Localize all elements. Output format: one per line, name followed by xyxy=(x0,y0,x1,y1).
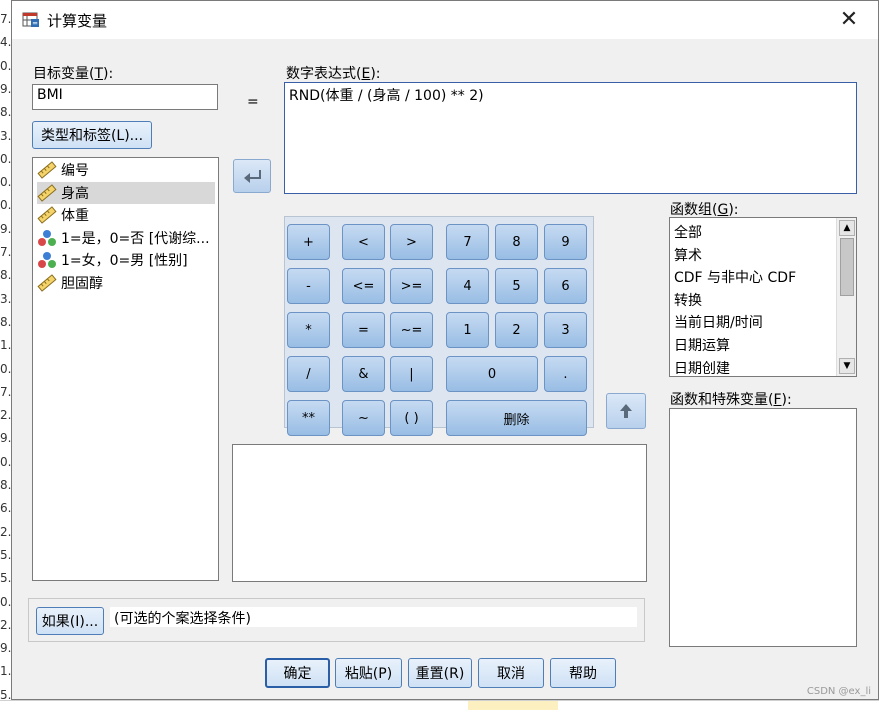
digit-key[interactable]: 5 xyxy=(495,268,538,304)
if-button[interactable]: 如果(I)... xyxy=(36,607,104,635)
variable-item[interactable]: 身高 xyxy=(37,181,215,204)
variable-name: 胆固醇 xyxy=(61,276,103,292)
digit-key[interactable]: 9 xyxy=(544,224,587,260)
digit-key[interactable]: 7 xyxy=(446,224,489,260)
variable-name: 1=是，0=否 [代谢综... xyxy=(61,230,210,247)
background-spreadsheet-bottom xyxy=(0,700,879,710)
equals-sign: = xyxy=(247,94,259,110)
dialog-title: 计算变量 xyxy=(47,12,108,30)
function-group-item[interactable]: 日期运算 xyxy=(674,335,730,357)
nominal-icon xyxy=(38,252,56,269)
operator-key[interactable]: * xyxy=(287,312,330,348)
operator-key[interactable]: ~= xyxy=(390,312,433,348)
operator-key[interactable]: + xyxy=(287,224,330,260)
operator-key[interactable]: | xyxy=(390,356,433,392)
move-up-button[interactable] xyxy=(606,393,646,429)
operator-key[interactable]: / xyxy=(287,356,330,392)
variable-item[interactable]: 1=是，0=否 [代谢综... xyxy=(37,227,215,249)
scroll-thumb[interactable] xyxy=(840,238,854,296)
digit-key[interactable]: 4 xyxy=(446,268,489,304)
target-variable-input[interactable]: BMI xyxy=(32,84,218,110)
scroll-up-icon[interactable]: ▲ xyxy=(839,220,855,236)
ruler-icon xyxy=(37,161,57,179)
arrow-left-icon xyxy=(244,170,261,183)
ruler-icon xyxy=(37,206,57,224)
arrow-up-icon xyxy=(620,404,632,418)
delete-key[interactable]: 删除 xyxy=(446,400,587,436)
reset-button[interactable]: 重置(R) xyxy=(408,658,472,688)
cancel-button[interactable]: 取消 xyxy=(478,658,544,688)
target-variable-label: 目标变量(T): xyxy=(33,66,114,82)
numeric-expression-label: 数字表达式(E): xyxy=(286,66,381,82)
if-condition-text: (可选的个案选择条件) xyxy=(110,607,637,627)
function-group-scrollbar[interactable]: ▲ ▼ xyxy=(836,218,856,376)
operator-key[interactable]: < xyxy=(342,224,385,260)
function-group-item[interactable]: CDF 与非中心 CDF xyxy=(674,267,796,289)
operator-key[interactable]: <= xyxy=(342,268,385,304)
compute-variable-icon: = xyxy=(22,12,39,28)
nominal-icon xyxy=(38,229,56,246)
paste-button[interactable]: 粘贴(P) xyxy=(335,658,402,688)
ruler-icon xyxy=(37,274,57,292)
operator-key[interactable]: - xyxy=(287,268,330,304)
function-group-item[interactable]: 全部 xyxy=(674,222,702,244)
function-group-item[interactable]: 当前日期/时间 xyxy=(674,312,763,334)
variable-item[interactable]: 1=女，0=男 [性别] xyxy=(37,249,215,271)
numeric-expression-input[interactable]: RND(体重 / (身高 / 100) ** 2) xyxy=(284,82,857,194)
operator-key[interactable]: = xyxy=(342,312,385,348)
operator-key[interactable]: & xyxy=(342,356,385,392)
function-group-item[interactable]: 转换 xyxy=(674,290,702,312)
function-group-item[interactable]: 日期创建 xyxy=(674,358,730,376)
function-description-box xyxy=(232,444,647,582)
digit-key[interactable]: 2 xyxy=(495,312,538,348)
operator-key[interactable]: > xyxy=(390,224,433,260)
variable-list[interactable]: 编号身高体重 1=是，0=否 [代谢综... 1=女，0=男 [性别] 胆固醇 xyxy=(32,157,219,581)
type-and-label-button[interactable]: 类型和标签(L)... xyxy=(32,121,152,149)
scroll-down-icon[interactable]: ▼ xyxy=(839,358,855,374)
variable-item[interactable]: 体重 xyxy=(37,204,215,226)
variable-item[interactable]: 胆固醇 xyxy=(37,272,215,294)
variable-name: 1=女，0=男 [性别] xyxy=(61,253,188,270)
calculator-keypad: + < > - <= >= * = ~= / & | ** ~( ) 7 8 9 4 5 6 1 2 3 0. 删除 xyxy=(284,216,594,436)
variable-item[interactable]: 编号 xyxy=(37,159,215,181)
variable-name: 编号 xyxy=(61,163,89,179)
digit-key[interactable]: 8 xyxy=(495,224,538,260)
decimal-key[interactable]: . xyxy=(544,356,587,392)
title-bar: = 计算变量 ✕ xyxy=(12,1,878,39)
operator-key[interactable]: ~ xyxy=(342,400,385,436)
functions-special-list[interactable] xyxy=(669,408,857,647)
operator-key[interactable]: ( ) xyxy=(390,400,433,436)
variable-name: 身高 xyxy=(61,185,89,202)
digit-key[interactable]: 1 xyxy=(446,312,489,348)
digit-key[interactable]: 6 xyxy=(544,268,587,304)
operator-key[interactable]: >= xyxy=(390,268,433,304)
move-to-expression-button[interactable] xyxy=(233,159,271,193)
functions-special-label: 函数和特殊变量(F): xyxy=(670,392,792,408)
function-group-list[interactable]: ▲ ▼ 全部 算术 CDF 与非中心 CDF 转换 当前日期/时间 日期运算 日期创建 xyxy=(669,217,857,377)
watermark: CSDN @ex_li xyxy=(806,686,871,697)
variable-name: 体重 xyxy=(61,208,89,225)
digit-key-zero[interactable]: 0 xyxy=(446,356,538,392)
help-button[interactable]: 帮助 xyxy=(550,658,616,688)
function-group-label: 函数组(G): xyxy=(670,202,739,218)
digit-key[interactable]: 3 xyxy=(544,312,587,348)
close-icon[interactable]: ✕ xyxy=(834,5,864,35)
compute-variable-dialog: = 计算变量 ✕ 目标变量(T): BMI = 类型和标签(L)... 编号身高… xyxy=(11,0,879,700)
ruler-icon xyxy=(37,183,57,202)
ok-button[interactable]: 确定 xyxy=(265,658,330,688)
svg-text:=: = xyxy=(32,20,38,28)
operator-key[interactable]: ** xyxy=(287,400,330,436)
function-group-item[interactable]: 算术 xyxy=(674,245,702,267)
